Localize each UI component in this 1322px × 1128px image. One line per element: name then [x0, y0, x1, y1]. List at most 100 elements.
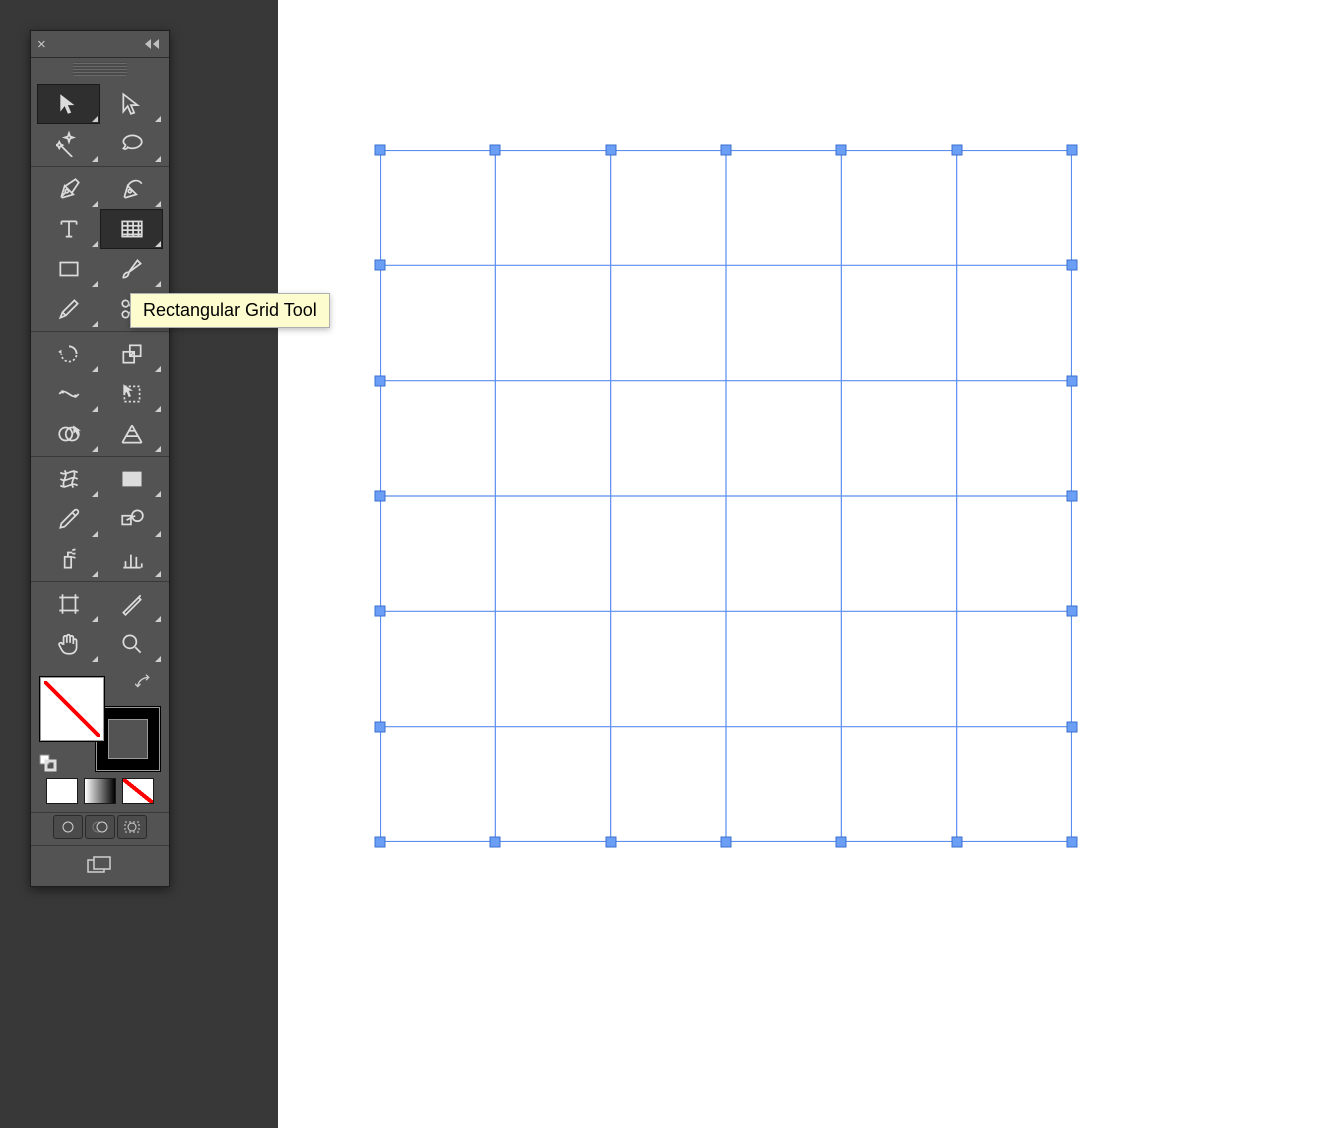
curvature-pen-icon — [119, 176, 145, 202]
scale-tool[interactable] — [100, 334, 163, 374]
selection-handle[interactable] — [1067, 260, 1078, 271]
rectangle-icon — [56, 256, 82, 282]
selection-icon — [56, 91, 82, 117]
close-icon[interactable]: × — [37, 37, 46, 52]
type-icon — [56, 216, 82, 242]
collapse-icon[interactable] — [145, 37, 163, 51]
selection-handle[interactable] — [1067, 837, 1078, 848]
selection-handle[interactable] — [951, 837, 962, 848]
artboard-tool[interactable] — [37, 584, 100, 624]
draw-inside-icon[interactable] — [117, 815, 147, 839]
selection-handle[interactable] — [375, 837, 386, 848]
eyedropper-icon — [56, 506, 82, 532]
free-transform-icon — [119, 381, 145, 407]
draw-normal-icon[interactable] — [53, 815, 83, 839]
selection-handle[interactable] — [1067, 721, 1078, 732]
selection-handle[interactable] — [1067, 606, 1078, 617]
magic-wand-icon — [56, 131, 82, 157]
change-screen-mode-button[interactable] — [31, 846, 169, 886]
slice-icon — [119, 591, 145, 617]
screen-mode-icon — [86, 856, 114, 876]
type-tool[interactable] — [37, 209, 100, 249]
shape-builder-icon — [56, 421, 82, 447]
swap-fill-stroke-icon[interactable] — [135, 674, 157, 692]
selection-handle[interactable] — [375, 260, 386, 271]
free-transform-tool[interactable] — [100, 374, 163, 414]
tooltip: Rectangular Grid Tool — [130, 293, 330, 328]
selected-grid-object[interactable] — [380, 150, 1072, 842]
selection-handle[interactable] — [836, 145, 847, 156]
selection-handle[interactable] — [375, 375, 386, 386]
color-mode-none[interactable] — [122, 778, 154, 804]
width-icon — [56, 381, 82, 407]
artboard-icon — [56, 591, 82, 617]
selection-tool[interactable] — [37, 84, 100, 124]
default-fill-stroke-icon[interactable] — [39, 754, 57, 772]
blend-tool[interactable] — [100, 499, 163, 539]
selection-handle[interactable] — [721, 837, 732, 848]
perspective-grid-tool[interactable] — [100, 414, 163, 454]
selection-handle[interactable] — [375, 721, 386, 732]
zoom-icon — [119, 631, 145, 657]
width-tool[interactable] — [37, 374, 100, 414]
selection-handle[interactable] — [951, 145, 962, 156]
rectangle-tool[interactable] — [37, 249, 100, 289]
rotate-icon — [56, 341, 82, 367]
mesh-icon — [56, 466, 82, 492]
rectangular-grid-icon — [119, 216, 145, 242]
selection-handle[interactable] — [375, 606, 386, 617]
color-mode-row — [31, 778, 169, 812]
mesh-tool[interactable] — [37, 459, 100, 499]
paintbrush-icon — [119, 256, 145, 282]
symbol-sprayer-tool[interactable] — [37, 539, 100, 579]
gradient-tool[interactable] — [100, 459, 163, 499]
selection-handle[interactable] — [490, 145, 501, 156]
magic-wand-tool[interactable] — [37, 124, 100, 164]
gradient-icon — [119, 466, 145, 492]
column-graph-tool[interactable] — [100, 539, 163, 579]
pencil-icon — [56, 296, 82, 322]
eyedropper-tool[interactable] — [37, 499, 100, 539]
paintbrush-tool[interactable] — [100, 249, 163, 289]
selection-handle[interactable] — [375, 145, 386, 156]
zoom-tool[interactable] — [100, 624, 163, 664]
perspective-grid-icon — [119, 421, 145, 447]
selection-handle[interactable] — [490, 837, 501, 848]
color-mode-solid[interactable] — [46, 778, 78, 804]
lasso-tool[interactable] — [100, 124, 163, 164]
rotate-tool[interactable] — [37, 334, 100, 374]
selection-handle[interactable] — [836, 837, 847, 848]
draw-behind-icon[interactable] — [85, 815, 115, 839]
selection-handle[interactable] — [605, 837, 616, 848]
grid-lines — [380, 150, 1072, 842]
fill-swatch[interactable] — [39, 676, 105, 742]
symbol-sprayer-icon — [56, 546, 82, 572]
direct-selection-tool[interactable] — [100, 84, 163, 124]
hand-icon — [56, 631, 82, 657]
tools-panel-header[interactable]: × — [31, 31, 169, 58]
slice-tool[interactable] — [100, 584, 163, 624]
canvas[interactable] — [278, 0, 1322, 1128]
pen-icon — [56, 176, 82, 202]
selection-handle[interactable] — [1067, 145, 1078, 156]
selection-handle[interactable] — [605, 145, 616, 156]
selection-handle[interactable] — [1067, 375, 1078, 386]
curvature-pen-tool[interactable] — [100, 169, 163, 209]
blend-icon — [119, 506, 145, 532]
fill-stroke-swatch — [37, 674, 163, 774]
tools-panel: × — [30, 30, 170, 887]
selection-handle[interactable] — [1067, 491, 1078, 502]
scale-icon — [119, 341, 145, 367]
column-graph-icon — [119, 546, 145, 572]
lasso-icon — [119, 131, 145, 157]
drawing-mode-row — [31, 812, 169, 846]
selection-handle[interactable] — [721, 145, 732, 156]
pencil-tool[interactable] — [37, 289, 100, 329]
pen-tool[interactable] — [37, 169, 100, 209]
color-mode-gradient[interactable] — [84, 778, 116, 804]
selection-handle[interactable] — [375, 491, 386, 502]
rectangular-grid-tool[interactable] — [100, 209, 163, 249]
hand-tool[interactable] — [37, 624, 100, 664]
shape-builder-tool[interactable] — [37, 414, 100, 454]
panel-grip[interactable] — [73, 62, 127, 76]
